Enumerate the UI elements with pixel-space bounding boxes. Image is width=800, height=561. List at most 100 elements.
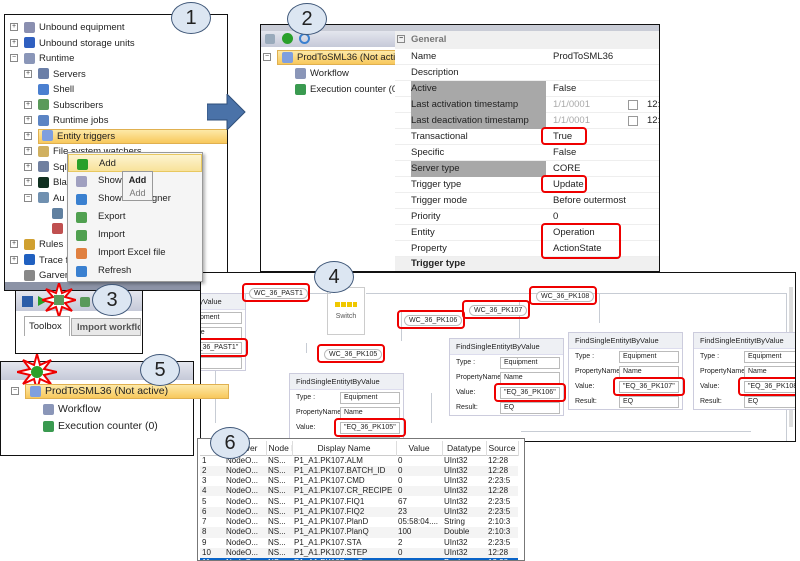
find-entity-activity[interactable]: FindSingleEntitytByValueType :EquipmentP… [289, 373, 406, 441]
tree-item-workflow[interactable]: Workflow [43, 402, 101, 417]
tab-toolbox[interactable]: Toolbox [24, 316, 70, 336]
calendar-icon[interactable] [628, 100, 638, 110]
import-icon[interactable] [42, 283, 76, 317]
result-field[interactable]: EQ [744, 396, 795, 408]
type-field[interactable]: Equipment [500, 357, 560, 369]
menu-item-import[interactable]: Import [68, 226, 202, 244]
tree-item[interactable]: + [38, 222, 67, 237]
type-field[interactable]: Equipment [340, 392, 400, 404]
expand-icon[interactable]: + [10, 255, 18, 264]
menu-item-import-excel-file[interactable]: Import Excel file [68, 244, 202, 262]
column-header[interactable]: Value [396, 441, 443, 455]
expand-icon[interactable]: + [10, 23, 18, 32]
tree-item[interactable]: + Unbound storage units [10, 36, 135, 51]
tree-item[interactable]: +Shell [24, 82, 74, 97]
property-row[interactable]: Specific False [395, 145, 659, 161]
tree-item[interactable]: + Bla [24, 175, 67, 190]
tree-item-execution-counter[interactable]: Execution counter (0) [43, 419, 158, 434]
tree-item[interactable]: − Runtime [10, 51, 74, 66]
collapse-icon[interactable]: − [397, 35, 405, 44]
expand-icon[interactable]: + [24, 69, 32, 78]
table-row[interactable]: 8 NodeO... NS... P1_A1.PK107.PlanQ 100 Double… [200, 527, 518, 538]
column-header[interactable]: Node Id [266, 441, 293, 455]
tree-item[interactable]: + Trace f [10, 253, 68, 268]
find-entity-activity[interactable]: FindSingleEntitytByValueType :EquipmentP… [201, 293, 248, 371]
property-row[interactable]: Trigger modeBefore outermost transaction [395, 193, 659, 222]
table-row[interactable]: 9 NodeO... NS... P1_A1.PK107.STA 2 UInt32 2:23… [200, 538, 518, 548]
result-field[interactable]: EQ [201, 357, 242, 369]
expand-icon[interactable]: + [24, 131, 32, 140]
tree-item[interactable]: + Subscribers [24, 98, 103, 113]
find-entity-activity[interactable]: FindSingleEntitytByValueType :EquipmentP… [568, 332, 685, 410]
type-field[interactable]: Equipment [201, 312, 242, 324]
property-row[interactable]: Priority 0 [395, 209, 659, 225]
menu-item-add[interactable]: Add [68, 154, 202, 172]
table-row[interactable]: 7 NodeO... NS... P1_A1.PK107.PlanD 05:58:04.… [200, 517, 518, 527]
collapse-icon[interactable]: − [11, 387, 19, 396]
tree-item[interactable]: − Au [24, 191, 65, 206]
expand-icon[interactable]: + [24, 162, 32, 171]
tree-item[interactable]: + Entity triggers [24, 128, 227, 144]
property-key: Active [411, 81, 546, 97]
export-icon[interactable] [80, 297, 90, 307]
expand-icon[interactable]: + [24, 116, 32, 125]
expand-icon[interactable]: + [10, 38, 18, 47]
table-row[interactable]: 1 NodeO... NS... P1_A1.PK107.ALM 0 UInt32 12:2… [200, 455, 518, 466]
property-row[interactable]: Description [395, 65, 659, 81]
tab-import-workflow[interactable]: Import workflow [71, 318, 141, 336]
result-field[interactable]: EQ [619, 396, 679, 408]
expand-icon[interactable]: + [10, 240, 18, 249]
save-icon[interactable] [22, 296, 33, 307]
tree-item[interactable]: + Sql [24, 160, 67, 175]
find-entity-activity[interactable]: FindSingleEntitytByValueType :EquipmentP… [693, 332, 795, 410]
expand-icon[interactable]: + [24, 178, 32, 187]
table-row[interactable]: 10 NodeO... NS... P1_A1.PK107.STEP 0 UInt32 12… [200, 547, 518, 559]
property-value[interactable]: 1/1/0001 [553, 97, 590, 113]
result-field[interactable]: EQ [500, 402, 560, 414]
property-value[interactable]: ProdToSML36 [553, 49, 613, 65]
property-row[interactable]: Name ProdToSML36 [395, 49, 659, 65]
tree-item[interactable]: + Rules [10, 237, 63, 252]
menu-item-refresh[interactable]: Refresh [68, 262, 202, 280]
tree-item[interactable]: + Servers [24, 67, 86, 82]
column-header[interactable]: Datatype [442, 441, 487, 455]
property-value[interactable]: False [553, 145, 576, 161]
tree-item-execution-counter[interactable]: Execution counter (0) [295, 82, 400, 97]
tree-item[interactable]: + [38, 206, 67, 221]
calendar-icon[interactable] [628, 116, 638, 126]
type-field[interactable]: Equipment [744, 351, 795, 363]
property-row[interactable]: Active False [395, 81, 659, 97]
collapse-icon[interactable]: − [263, 53, 271, 62]
property-value[interactable]: False [553, 81, 576, 97]
find-entity-activity[interactable]: FindSingleEntitytByValueType :EquipmentP… [449, 338, 566, 416]
table-row[interactable]: 3 NodeO... NS... P1_A1.PK107.CMD 0 UInt32 2:23… [200, 476, 518, 486]
switch-activity[interactable]: Switch [327, 287, 365, 335]
property-row[interactable]: Transactional True [395, 129, 659, 145]
column-header[interactable]: Source [486, 441, 519, 455]
edit-icon[interactable] [265, 34, 275, 44]
property-row[interactable]: Last deactivation timestamp1/1/000112:00 [395, 113, 659, 129]
property-row[interactable]: Last activation timestamp 1/1/0001 12:00 [395, 97, 659, 113]
tree-item[interactable]: +Garvens [10, 268, 75, 283]
table-row[interactable]: 4 NodeO... NS... P1_A1.PK107.CR_RECIPE 0 UInt… [200, 486, 518, 497]
type-field[interactable]: Equipment [619, 351, 679, 363]
column-header[interactable]: Display Name [292, 441, 397, 455]
tree-item[interactable]: + Unbound equipment [10, 20, 125, 35]
table-row[interactable]: 5 NodeO... NS... P1_A1.PK107.FIQ1 67 UInt32 2:… [200, 496, 518, 506]
activate-icon[interactable] [282, 33, 293, 44]
tree-item-workflow[interactable]: Workflow [295, 66, 349, 81]
property-row[interactable]: Server type CORE [395, 161, 659, 177]
tree-item-trigger[interactable]: ProdToSML36 (Not active) [277, 50, 414, 65]
tree-item-trigger[interactable]: ProdToSML36 (Not active) [25, 384, 230, 399]
property-row[interactable]: Trigger type Update [395, 177, 659, 193]
menu-item-label: Export [98, 211, 126, 222]
expand-icon[interactable]: + [24, 147, 32, 156]
table-row[interactable]: 2 NodeO... NS... P1_A1.PK107.BATCH_ID 0 UInt3… [200, 465, 518, 476]
collapse-icon[interactable]: − [24, 193, 32, 202]
menu-item-export[interactable]: Export [68, 208, 202, 226]
expand-icon[interactable]: + [24, 100, 32, 109]
table-row[interactable]: 6 NodeO... NS... P1_A1.PK107.FIQ2 23 UInt32 2:… [200, 506, 518, 517]
tree-item[interactable]: + Runtime jobs [24, 113, 108, 128]
table-cell: 9 [202, 537, 207, 547]
collapse-icon[interactable]: − [10, 54, 18, 63]
